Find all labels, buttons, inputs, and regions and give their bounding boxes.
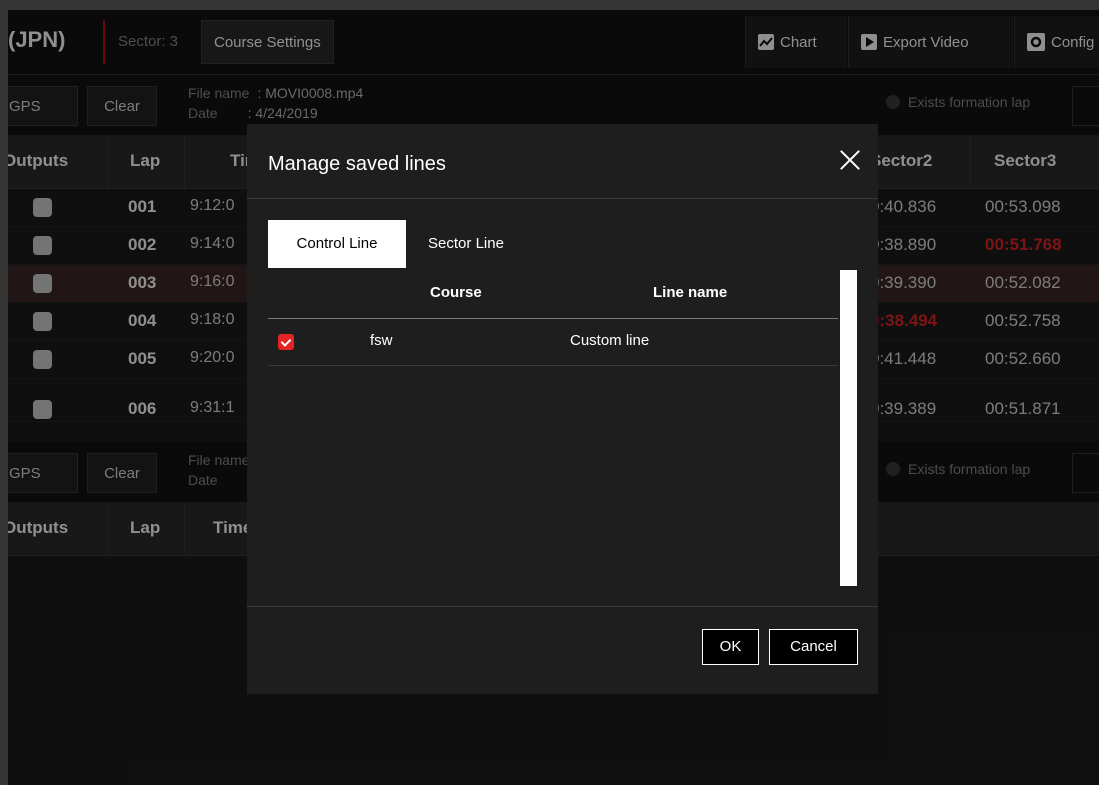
dialog-divider xyxy=(247,606,878,607)
cancel-button[interactable]: Cancel xyxy=(769,629,858,665)
list-scrollbar[interactable] xyxy=(840,270,857,586)
screen: (JPN) Sector: 3 Course Settings Chart Ex… xyxy=(0,0,1099,785)
lines-table-header: Course Line name xyxy=(268,270,838,319)
col-course: Course xyxy=(430,284,482,301)
close-icon[interactable] xyxy=(837,147,863,173)
line-name: Custom line xyxy=(570,332,650,349)
tab-control-line[interactable]: Control Line xyxy=(268,220,406,268)
line-course: fsw xyxy=(370,332,393,349)
dialog-title: Manage saved lines xyxy=(268,153,446,175)
dialog-divider xyxy=(247,198,878,199)
line-select-checkbox[interactable] xyxy=(278,334,294,350)
saved-line-row[interactable]: fsw Custom line xyxy=(268,318,838,366)
ok-button[interactable]: OK xyxy=(702,629,759,665)
tab-sector-line[interactable]: Sector Line xyxy=(406,220,526,268)
col-line-name: Line name xyxy=(653,284,728,301)
manage-saved-lines-dialog: Manage saved lines Control Line Sector L… xyxy=(247,124,878,694)
